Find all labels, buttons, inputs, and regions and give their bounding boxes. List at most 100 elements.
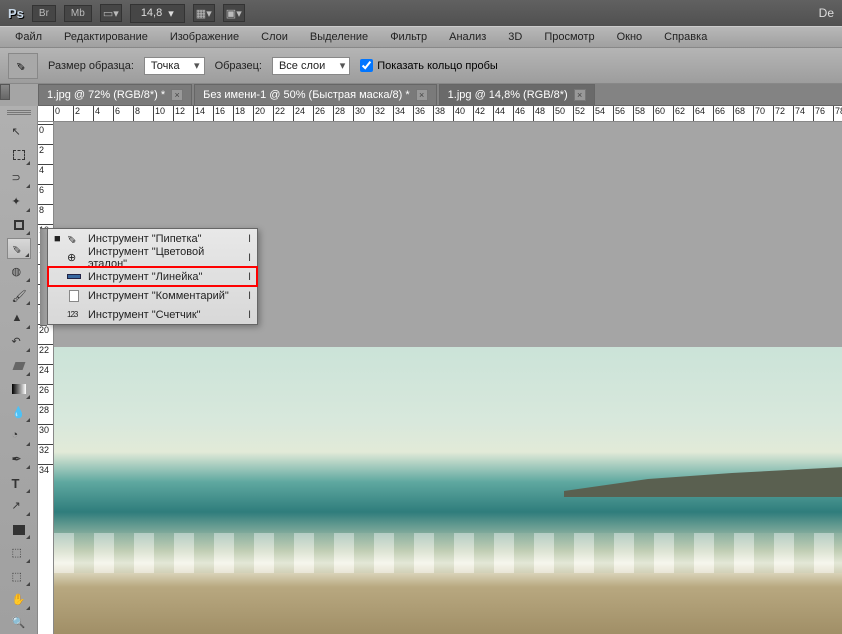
ruler-h-label: 10 [155, 106, 165, 116]
extras-icon[interactable]: ▣▾ [223, 4, 245, 22]
flyout-indicator-icon [26, 184, 30, 188]
panel-toggle[interactable] [0, 84, 10, 100]
flyout-label: Инструмент "Цветовой эталон" [88, 246, 242, 270]
flyout-item-4[interactable]: Инструмент "Счетчик"I [48, 305, 257, 324]
ruler-h-label: 44 [495, 106, 505, 116]
shortcut-key: I [248, 309, 251, 321]
ruler-v-label: 32 [39, 445, 49, 455]
tab-close-icon[interactable]: × [574, 89, 586, 101]
flyout-indicator-icon [26, 512, 30, 516]
ruler-v-label: 20 [39, 325, 49, 335]
dodge-tool[interactable] [7, 425, 31, 446]
brush-tool[interactable] [7, 285, 31, 306]
show-ring-input[interactable] [360, 59, 373, 72]
menu-выделение[interactable]: Выделение [301, 28, 377, 46]
ruler-v-label: 0 [39, 125, 44, 135]
tab-label: 1.jpg @ 72% (RGB/8*) * [47, 89, 165, 101]
gradient-tool[interactable] [7, 379, 31, 400]
zoom-tool[interactable] [7, 613, 31, 634]
ruler-h-label: 70 [755, 106, 765, 116]
shortcut-key: I [248, 252, 251, 264]
menu-слои[interactable]: Слои [252, 28, 297, 46]
document-tab-1[interactable]: Без имени-1 @ 50% (Быстрая маска/8) *× [194, 84, 436, 105]
ruler-h-label: 62 [675, 106, 685, 116]
ruler-h-label: 2 [75, 106, 80, 116]
color-sample-icon [67, 251, 81, 265]
stamp-tool-icon [12, 312, 26, 326]
move-tool[interactable] [7, 121, 31, 142]
show-ring-checkbox[interactable]: Показать кольцо пробы [360, 59, 498, 72]
stamp-tool[interactable] [7, 308, 31, 329]
document-tab-2[interactable]: 1.jpg @ 14,8% (RGB/8*)× [439, 84, 595, 105]
eraser-tool[interactable] [7, 355, 31, 376]
screen-mode-icon[interactable]: ▭▾ [100, 4, 122, 22]
options-bar: Размер образца: Точка Образец: Все слои … [0, 48, 842, 84]
vertical-ruler[interactable]: 0246810121416182022242628303234 [38, 122, 54, 634]
image-headland [564, 467, 842, 497]
flyout-item-3[interactable]: Инструмент "Комментарий"I [48, 286, 257, 305]
flyout-indicator-icon [26, 325, 30, 329]
ruler-h-label: 52 [575, 106, 585, 116]
history-brush-tool[interactable] [7, 332, 31, 353]
tab-close-icon[interactable]: × [416, 89, 428, 101]
magic-wand-tool[interactable] [7, 191, 31, 212]
current-tool-indicator[interactable] [8, 53, 38, 79]
sample-size-select[interactable]: Точка [144, 57, 205, 75]
marquee-tool[interactable] [7, 144, 31, 165]
eyedropper-icon [16, 59, 30, 73]
flyout-label: Инструмент "Комментарий" [88, 290, 242, 302]
flyout-item-1[interactable]: Инструмент "Цветовой эталон" I [48, 248, 257, 267]
history-brush-tool-icon [12, 335, 26, 349]
arrange-docs-icon[interactable]: ▦▾ [193, 4, 215, 22]
hand-tool[interactable] [7, 589, 31, 610]
eyedropper-tool[interactable] [7, 238, 31, 259]
ruler-h-label: 12 [175, 106, 185, 116]
blur-tool[interactable] [7, 402, 31, 423]
sample-size-label: Размер образца: [48, 60, 134, 72]
bridge-button[interactable]: Br [32, 5, 56, 22]
note-icon [69, 290, 79, 302]
menu-справка[interactable]: Справка [655, 28, 716, 46]
ruler-v-label: 8 [39, 205, 44, 215]
3d-orbit-tool-icon [12, 570, 26, 584]
3d-rotate-tool[interactable] [7, 542, 31, 563]
toolbox-grip[interactable] [5, 110, 33, 117]
horizontal-ruler[interactable]: 0246810121416182022242628303234363840424… [38, 106, 842, 122]
ruler-h-label: 38 [435, 106, 445, 116]
image-overlay [54, 347, 842, 634]
flyout-label: Инструмент "Линейка" [88, 271, 242, 283]
flyout-indicator-icon [26, 372, 30, 376]
shape-tool[interactable] [7, 519, 31, 540]
magic-wand-tool-icon [12, 195, 26, 209]
ruler-v-label: 6 [39, 185, 44, 195]
ruler-v-label: 22 [39, 345, 49, 355]
menu-файл[interactable]: Файл [6, 28, 51, 46]
workspace-label[interactable]: De [819, 6, 834, 20]
minibridge-button[interactable]: Mb [64, 5, 92, 22]
zoom-level[interactable]: 14,8▾ [130, 4, 185, 23]
path-select-tool[interactable] [7, 496, 31, 517]
canvas-area[interactable] [54, 122, 842, 634]
tab-close-icon[interactable]: × [171, 89, 183, 101]
document-tab-0[interactable]: 1.jpg @ 72% (RGB/8*) * × [38, 84, 192, 105]
menu-фильтр[interactable]: Фильтр [381, 28, 436, 46]
pen-tool[interactable] [7, 449, 31, 470]
shortcut-key: I [248, 233, 251, 245]
ruler-v-label: 30 [39, 425, 49, 435]
menu-редактирование[interactable]: Редактирование [55, 28, 157, 46]
crop-tool[interactable] [7, 215, 31, 236]
image-waves [54, 533, 842, 573]
menu-анализ[interactable]: Анализ [440, 28, 495, 46]
menu-3d[interactable]: 3D [499, 28, 531, 46]
3d-orbit-tool[interactable] [7, 566, 31, 587]
flyout-strip[interactable] [40, 228, 47, 326]
flyout-item-2[interactable]: Инструмент "Линейка"I [48, 267, 257, 286]
patch-tool[interactable] [7, 261, 31, 282]
sample-select[interactable]: Все слои [272, 57, 350, 75]
type-tool[interactable] [7, 472, 31, 493]
menu-окно[interactable]: Окно [608, 28, 652, 46]
menu-просмотр[interactable]: Просмотр [535, 28, 603, 46]
count-icon [67, 308, 81, 322]
lasso-tool[interactable] [7, 168, 31, 189]
menu-изображение[interactable]: Изображение [161, 28, 248, 46]
